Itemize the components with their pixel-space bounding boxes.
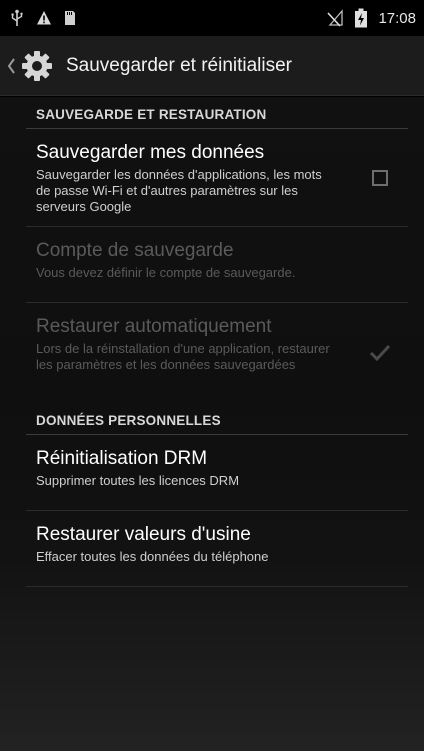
chevron-left-icon[interactable] (6, 54, 18, 78)
usb-icon (10, 9, 24, 27)
item-title: Restaurer automatiquement (36, 316, 272, 337)
section-header-personal-data: DONNÉES PERSONNELLES (26, 403, 408, 435)
list-item-auto-restore: Restaurer automatiquement Lors de la réi… (26, 303, 408, 403)
no-signal-icon (326, 9, 344, 27)
list-item-factory-reset[interactable]: Restaurer valeurs d'usine Effacer toutes… (26, 511, 408, 587)
list-item-drm-reset[interactable]: Réinitialisation DRM Supprimer toutes le… (26, 435, 408, 511)
status-bar-system: 17:08 (326, 8, 416, 28)
item-summary: Lors de la réinstallation d'une applicat… (36, 341, 330, 372)
item-summary: Supprimer toutes les licences DRM (36, 473, 240, 488)
item-title: Sauvegarder mes données (36, 142, 265, 163)
sd-card-icon (64, 10, 76, 26)
item-title: Réinitialisation DRM (36, 448, 208, 469)
item-title: Compte de sauvegarde (36, 240, 234, 261)
checkmark-icon (368, 341, 392, 365)
section-header-backup: SAUVEGARDE ET RESTAURATION (26, 97, 408, 129)
battery-charging-icon (354, 8, 368, 28)
settings-list: SAUVEGARDE ET RESTAURATION Sauvegarder m… (0, 97, 424, 751)
backup-checkbox[interactable] (372, 169, 388, 186)
item-summary: Vous devez définir le compte de sauvegar… (36, 265, 296, 280)
gear-icon[interactable] (20, 49, 54, 83)
item-summary: Effacer toutes les données du téléphone (36, 549, 269, 564)
status-bar-notifications (10, 9, 76, 27)
page-title: Sauvegarder et réinitialiser (66, 54, 293, 76)
action-bar: Sauvegarder et réinitialiser (0, 36, 424, 96)
item-summary: Sauvegarder les données d'applications, … (36, 167, 322, 214)
warning-icon (36, 10, 52, 26)
item-title: Restaurer valeurs d'usine (36, 524, 251, 545)
list-item-backup-my-data[interactable]: Sauvegarder mes données Sauvegarder les … (26, 129, 408, 227)
status-time: 17:08 (378, 9, 416, 27)
list-item-backup-account: Compte de sauvegarde Vous devez définir … (26, 227, 408, 303)
status-bar: 17:08 (0, 0, 424, 36)
